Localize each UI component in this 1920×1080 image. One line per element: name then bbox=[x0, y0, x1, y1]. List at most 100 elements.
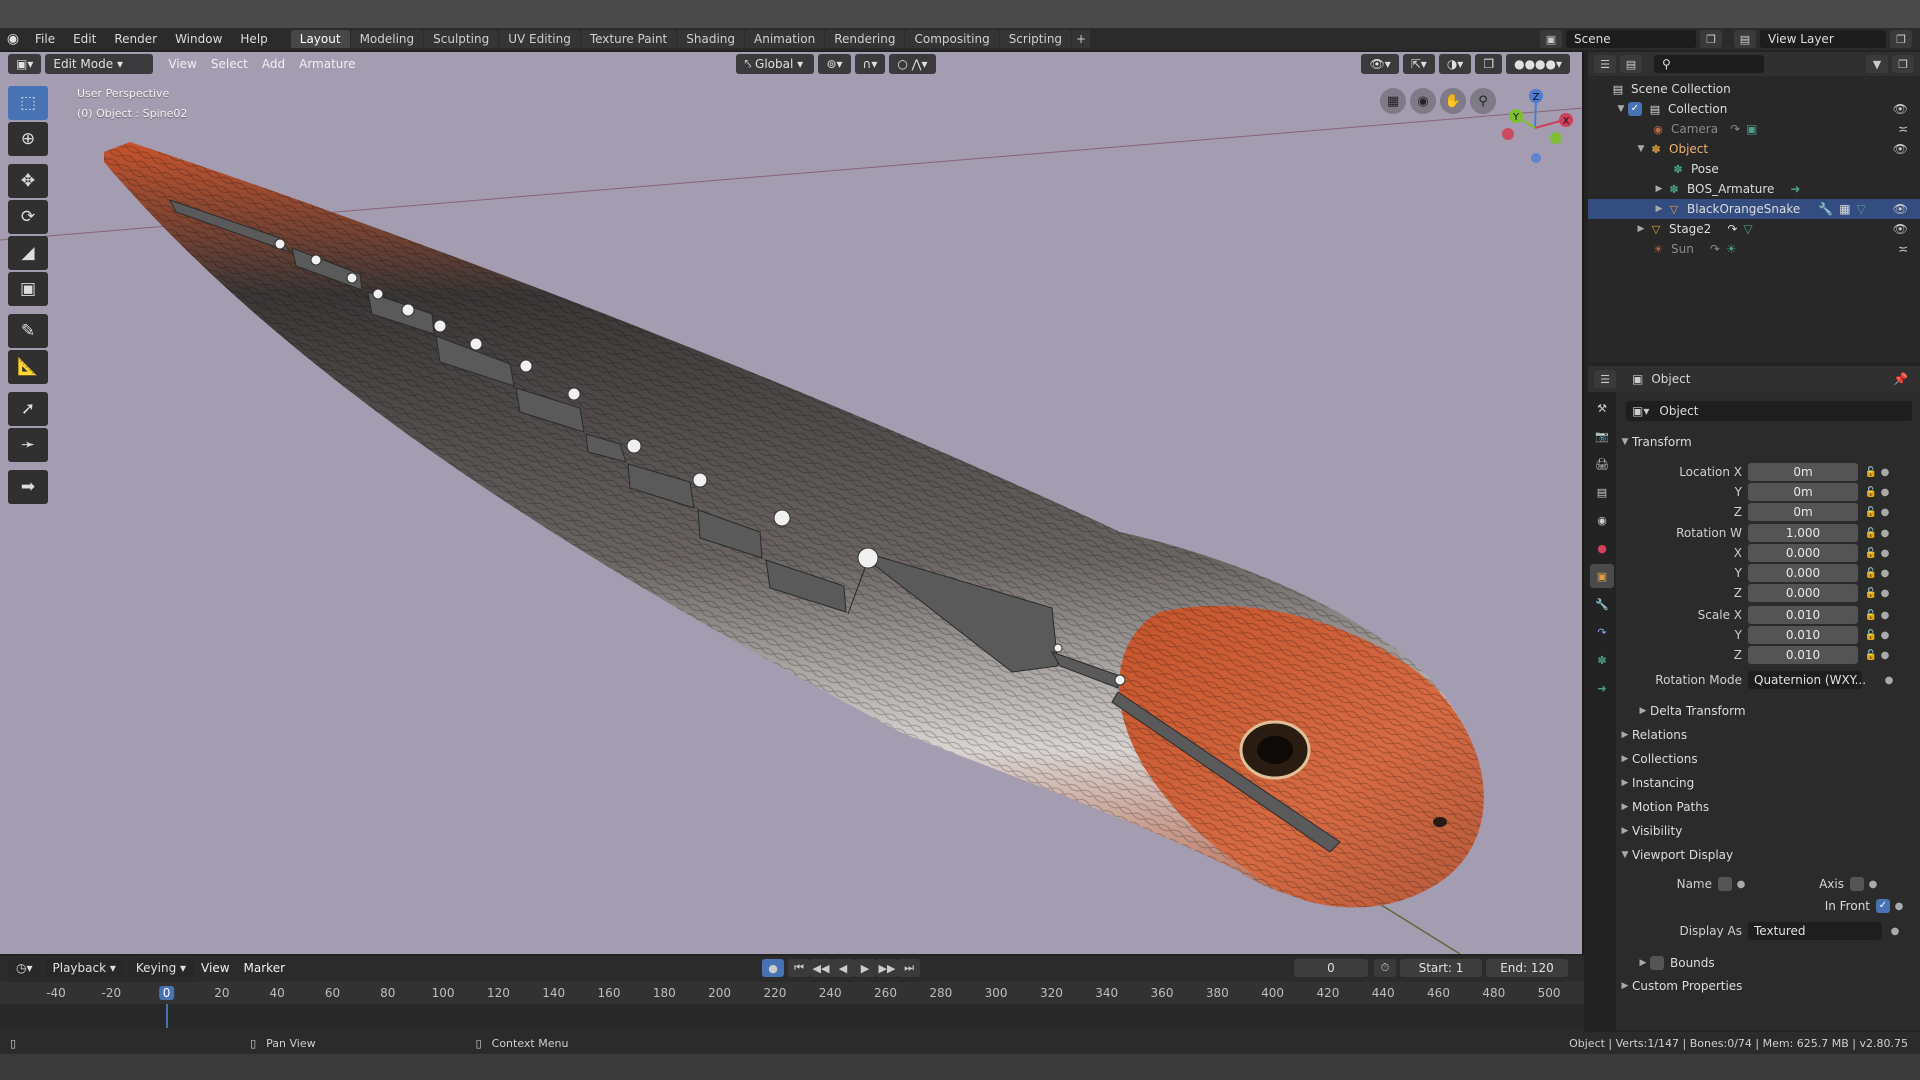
scale-y-field[interactable]: 0.010 bbox=[1748, 626, 1858, 644]
playhead[interactable] bbox=[166, 1004, 168, 1028]
menu-view[interactable]: View bbox=[161, 54, 203, 74]
select-box-icon[interactable]: ⬚ bbox=[8, 86, 48, 120]
instancing-panel-header[interactable]: ▶ Instancing bbox=[1618, 772, 1918, 794]
keyframe-dot-icon[interactable]: ● bbox=[1880, 528, 1890, 539]
constraint-tab-icon[interactable]: ↷ bbox=[1590, 620, 1614, 644]
bone-tab-icon[interactable]: ➜ bbox=[1590, 676, 1614, 700]
tab-texture-paint[interactable]: Texture Paint bbox=[580, 30, 677, 48]
marker-menu[interactable]: Marker bbox=[237, 958, 292, 978]
timeline-view-menu[interactable]: View bbox=[194, 958, 236, 978]
axis-gizmo[interactable]: Z X Y bbox=[1500, 84, 1576, 170]
keyframe-dot-icon[interactable]: ● bbox=[1736, 879, 1746, 890]
outliner-row-blackorangesnake[interactable]: ▶ ▽ BlackOrangeSnake 🔧 ▦ ▽ 👁 bbox=[1588, 199, 1920, 219]
menu-file[interactable]: File bbox=[26, 28, 64, 50]
lock-icon[interactable]: 🔓 bbox=[1862, 507, 1880, 518]
editor-type-icon[interactable]: ▣▾ bbox=[8, 54, 42, 74]
object-name-field[interactable]: ▣▾ Object bbox=[1626, 401, 1912, 421]
menu-render[interactable]: Render bbox=[105, 28, 166, 50]
eye-icon[interactable]: 👁 bbox=[1893, 202, 1908, 216]
menu-edit[interactable]: Edit bbox=[64, 28, 105, 50]
camera-view-icon[interactable]: ◉ bbox=[1410, 88, 1436, 114]
zoom-icon[interactable]: ⚲ bbox=[1470, 88, 1496, 114]
expand-icon[interactable]: ▼ bbox=[1634, 144, 1648, 154]
measure-icon[interactable]: 📐 bbox=[8, 350, 48, 384]
eye-hidden-icon[interactable]: ≍ bbox=[1898, 122, 1908, 136]
expand-icon[interactable]: ▶ bbox=[1634, 224, 1648, 234]
location-x-field[interactable]: 0m bbox=[1748, 463, 1858, 481]
tab-scripting[interactable]: Scripting bbox=[999, 30, 1072, 48]
visibility-panel-header[interactable]: ▶ Visibility bbox=[1618, 820, 1918, 842]
delta-transform-panel-header[interactable]: ▶ Delta Transform bbox=[1636, 700, 1920, 722]
keyframe-dot-icon[interactable]: ● bbox=[1880, 588, 1890, 599]
lock-icon[interactable]: 🔓 bbox=[1862, 588, 1880, 599]
in-front-checkbox[interactable]: ✓ bbox=[1876, 899, 1890, 913]
tab-sculpting[interactable]: Sculpting bbox=[424, 30, 499, 48]
menu-select[interactable]: Select bbox=[204, 54, 255, 74]
eye-icon[interactable]: 👁 bbox=[1893, 102, 1908, 116]
bone-size-icon[interactable]: ➛ bbox=[8, 428, 48, 462]
outliner-row-scene-collection[interactable]: ▤ Scene Collection bbox=[1588, 79, 1920, 99]
start-frame-field[interactable]: Start: 1 bbox=[1400, 959, 1482, 977]
lock-icon[interactable]: 🔓 bbox=[1862, 528, 1880, 539]
cursor-icon[interactable]: ⊕ bbox=[8, 122, 48, 156]
record-icon[interactable]: ● bbox=[762, 959, 785, 977]
tab-uv-editing[interactable]: UV Editing bbox=[499, 30, 580, 48]
next-keyframe-icon[interactable]: ▶▶ bbox=[876, 959, 899, 977]
menu-help[interactable]: Help bbox=[231, 28, 276, 50]
menu-armature[interactable]: Armature bbox=[292, 54, 362, 74]
tool-tab-icon[interactable]: ⚒ bbox=[1590, 396, 1614, 420]
gizmo-toggle-icon[interactable]: ⇱▾ bbox=[1402, 54, 1435, 74]
stopwatch-icon[interactable]: ⏱ bbox=[1374, 959, 1396, 977]
object-tab-icon[interactable]: ▣ bbox=[1590, 564, 1614, 588]
pan-hand-icon[interactable]: ✋ bbox=[1440, 88, 1466, 114]
keyframe-dot-icon[interactable]: ● bbox=[1890, 926, 1900, 937]
properties-editor-type-icon[interactable]: ☰ bbox=[1594, 370, 1616, 388]
prev-keyframe-icon[interactable]: ◀◀ bbox=[810, 959, 833, 977]
relations-panel-header[interactable]: ▶ Relations bbox=[1618, 724, 1918, 746]
menu-add[interactable]: Add bbox=[255, 54, 292, 74]
menu-window[interactable]: Window bbox=[166, 28, 231, 50]
bounds-checkbox[interactable] bbox=[1650, 956, 1664, 970]
outliner-row-stage2[interactable]: ▶ ▽ Stage2 ↷ ▽ 👁 bbox=[1588, 219, 1920, 239]
add-workspace-button[interactable]: + bbox=[1072, 30, 1091, 48]
keyframe-dot-icon[interactable]: ● bbox=[1880, 487, 1890, 498]
move-icon[interactable]: ✥ bbox=[8, 164, 48, 198]
expand-icon[interactable]: ▼ bbox=[1614, 104, 1628, 114]
scene-field[interactable]: Scene bbox=[1566, 30, 1696, 48]
location-y-field[interactable]: 0m bbox=[1748, 483, 1858, 501]
end-frame-field[interactable]: End: 120 bbox=[1486, 959, 1568, 977]
keyframe-dot-icon[interactable]: ● bbox=[1868, 879, 1878, 890]
outliner-search-input[interactable]: ⚲ bbox=[1654, 55, 1764, 73]
armature-data-tab-icon[interactable]: ✽ bbox=[1590, 648, 1614, 672]
new-view-layer-icon[interactable]: ❐ bbox=[1890, 30, 1912, 48]
outliner-row-bos-armature[interactable]: ▶ ✽ BOS_Armature ➜ bbox=[1588, 179, 1920, 199]
keyframe-dot-icon[interactable]: ● bbox=[1880, 630, 1890, 641]
xray-icon[interactable]: ❐ bbox=[1475, 54, 1503, 74]
timeline-ruler[interactable]: -40 -20 0 20 40 60 80 100 120 140 160 180 200 220 240 2… bbox=[0, 982, 1584, 1004]
outliner-row-camera[interactable]: ◉ Camera ↷ ▣ ≍ bbox=[1588, 119, 1920, 139]
rotation-w-field[interactable]: 1.000 bbox=[1748, 524, 1858, 542]
overlay-icon[interactable]: ◑▾ bbox=[1438, 54, 1472, 74]
expand-icon[interactable]: ▶ bbox=[1652, 204, 1666, 214]
lock-icon[interactable]: 🔓 bbox=[1862, 467, 1880, 478]
render-tab-icon[interactable]: 📷 bbox=[1590, 424, 1614, 448]
play-icon[interactable]: ▶ bbox=[854, 959, 877, 977]
scene-tab-icon[interactable]: ◉ bbox=[1590, 508, 1614, 532]
lock-icon[interactable]: 🔓 bbox=[1862, 487, 1880, 498]
filter-icon[interactable]: ▼ bbox=[1866, 55, 1888, 73]
timeline-track[interactable] bbox=[0, 1004, 1584, 1028]
jump-end-icon[interactable]: ⏭ bbox=[898, 959, 921, 977]
eye-icon[interactable]: 👁 bbox=[1893, 222, 1908, 236]
collection-checkbox[interactable]: ✓ bbox=[1628, 102, 1642, 116]
rotation-z-field[interactable]: 0.000 bbox=[1748, 584, 1858, 602]
outliner-row-pose[interactable]: ✽ Pose bbox=[1588, 159, 1920, 179]
viewport-display-panel-header[interactable]: ▼ Viewport Display bbox=[1618, 844, 1918, 866]
transform-panel-header[interactable]: ▼ Transform bbox=[1618, 431, 1918, 453]
outliner-row-object[interactable]: ▼ ✽ Object 👁 bbox=[1588, 139, 1920, 159]
keyframe-dot-icon[interactable]: ● bbox=[1880, 568, 1890, 579]
eye-icon[interactable]: 👁 bbox=[1893, 142, 1908, 156]
transform-icon[interactable]: ▣ bbox=[8, 272, 48, 306]
outliner-row-collection[interactable]: ▼ ✓ ▤ Collection 👁 bbox=[1588, 99, 1920, 119]
visibility-icon[interactable]: 👁▾ bbox=[1361, 54, 1399, 74]
tab-layout[interactable]: Layout bbox=[290, 30, 350, 48]
